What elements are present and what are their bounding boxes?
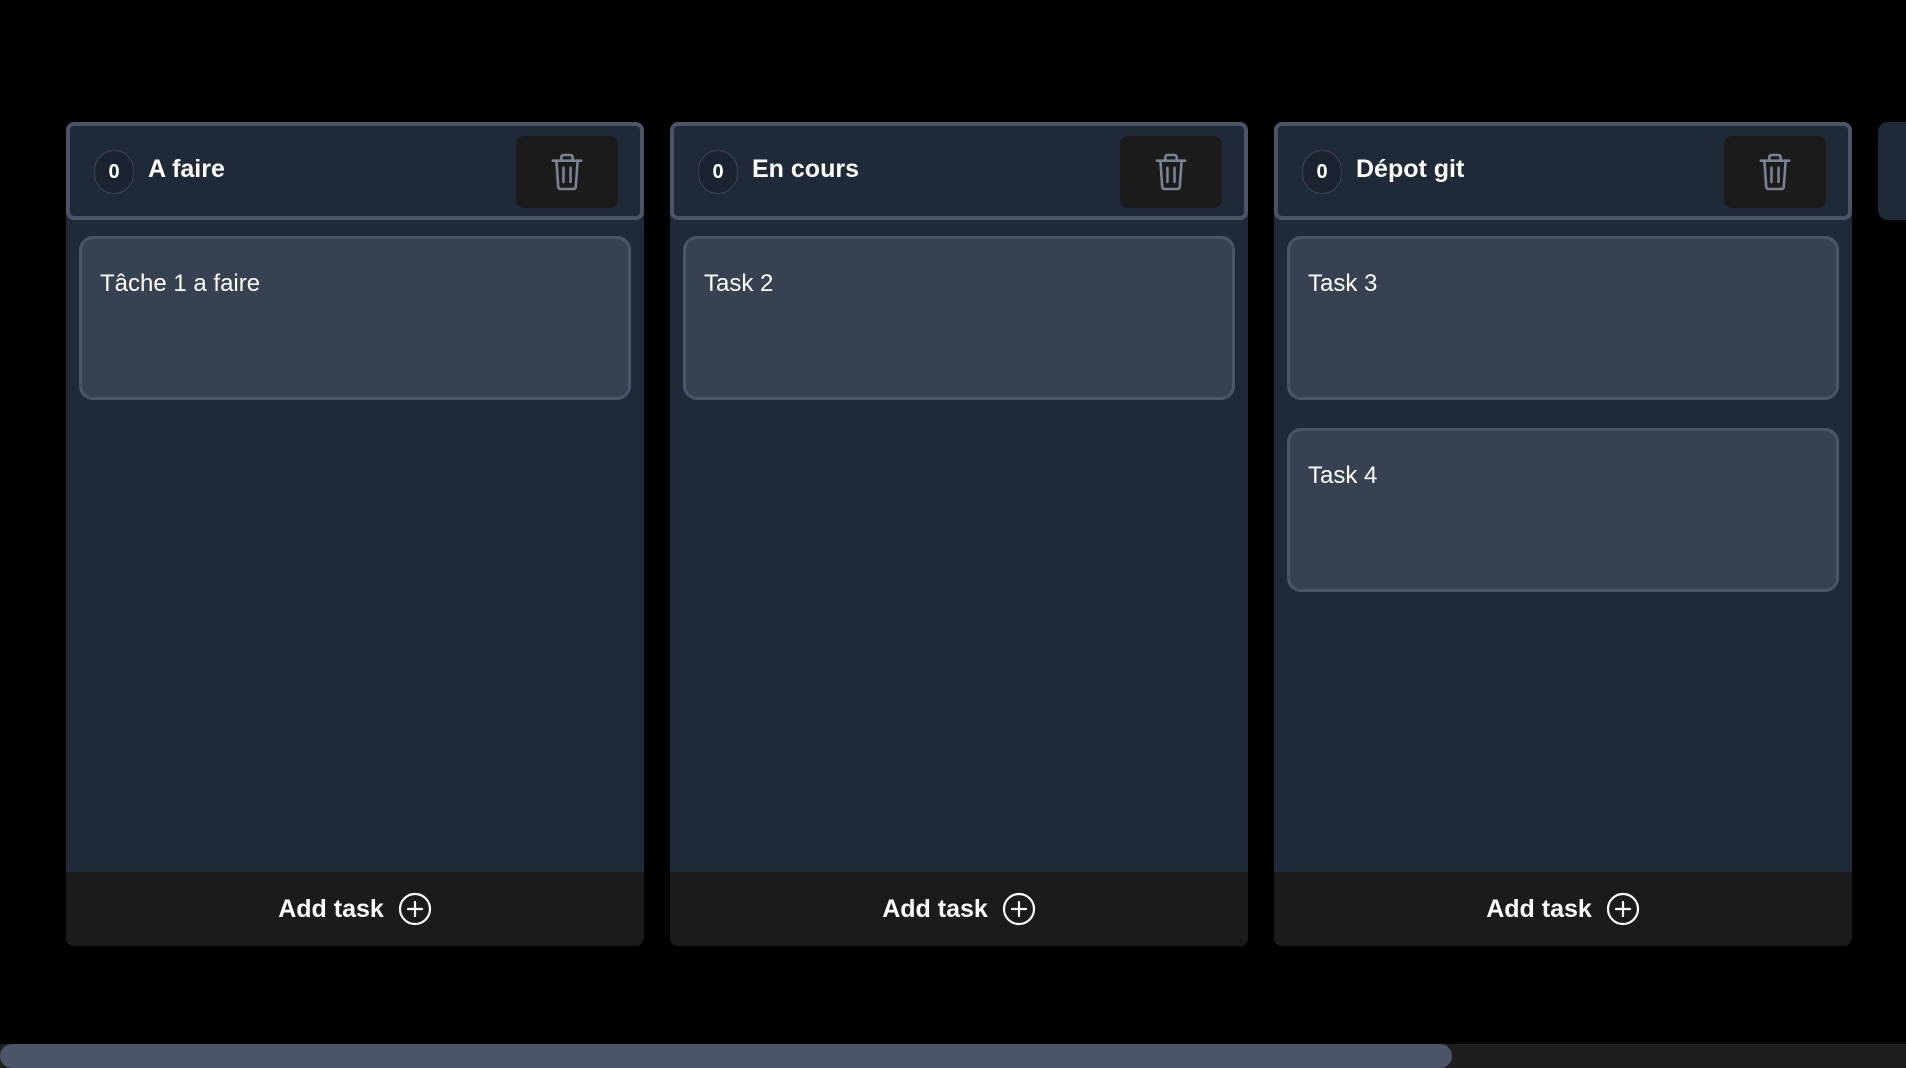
add-task-button[interactable]: Add task xyxy=(670,872,1248,946)
task-card[interactable]: Task 2 xyxy=(683,236,1235,400)
task-text: Task 2 xyxy=(704,270,774,297)
task-text: Task 3 xyxy=(1308,270,1378,297)
add-task-label: Add task xyxy=(278,894,384,923)
column-title[interactable]: A faire xyxy=(148,154,225,184)
task-card[interactable]: Task 4 xyxy=(1287,428,1839,592)
column-a-faire: 0 A faire Tâche 1 a faire Add task xyxy=(66,122,644,946)
task-count-badge: 0 xyxy=(94,150,134,194)
task-count-badge: 0 xyxy=(698,150,738,194)
column-title[interactable]: Dépot git xyxy=(1356,154,1464,184)
add-task-label: Add task xyxy=(1486,894,1592,923)
trash-icon xyxy=(551,153,583,191)
trash-icon xyxy=(1155,153,1187,191)
plus-circle-icon xyxy=(1002,892,1035,926)
plus-circle-icon xyxy=(1606,892,1639,926)
task-count-badge: 0 xyxy=(1302,150,1342,194)
add-task-button[interactable]: Add task xyxy=(66,872,644,946)
column-header[interactable]: 0 A faire xyxy=(66,122,644,220)
trash-icon xyxy=(1759,153,1791,191)
add-task-button[interactable]: Add task xyxy=(1274,872,1852,946)
add-task-label: Add task xyxy=(882,894,988,923)
column-header[interactable]: 0 Dépot git xyxy=(1274,122,1852,220)
task-card[interactable]: Task 3 xyxy=(1287,236,1839,400)
delete-column-button[interactable] xyxy=(1724,136,1826,208)
column-en-cours: 0 En cours Task 2 Add task xyxy=(670,122,1248,946)
delete-column-button[interactable] xyxy=(1120,136,1222,208)
task-card[interactable]: Tâche 1 a faire xyxy=(79,236,631,400)
task-text: Tâche 1 a faire xyxy=(100,270,261,297)
scrollbar-thumb[interactable] xyxy=(0,1044,1452,1068)
plus-circle-icon xyxy=(398,892,431,926)
column-depot-git: 0 Dépot git Task 3 Task 4 Add task xyxy=(1274,122,1852,946)
column-title[interactable]: En cours xyxy=(752,154,859,184)
task-text: Task 4 xyxy=(1308,462,1378,489)
kanban-board: 0 A faire Tâche 1 a faire Add task 0 En … xyxy=(0,0,1906,1040)
column-partial[interactable] xyxy=(1878,122,1906,220)
delete-column-button[interactable] xyxy=(516,136,618,208)
column-header[interactable]: 0 En cours xyxy=(670,122,1248,220)
horizontal-scrollbar[interactable] xyxy=(0,1044,1906,1068)
